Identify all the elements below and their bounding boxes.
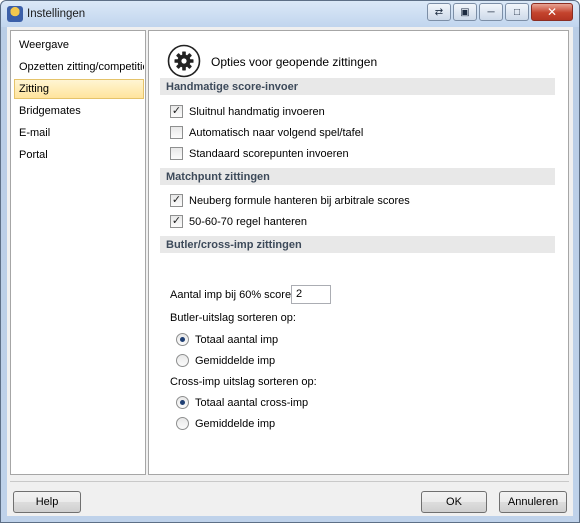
checkbox-unchecked[interactable]	[170, 126, 183, 139]
cancel-button[interactable]: Annuleren	[499, 491, 567, 513]
radio-butler-gemiddelde[interactable]: Gemiddelde imp	[176, 354, 275, 367]
checkbox-checked[interactable]: ✓	[170, 194, 183, 207]
title-bar[interactable]: Instellingen ⇄ ▣ ─ □ ✕	[1, 1, 579, 27]
imp-label: Aantal imp bij 60% score:	[170, 289, 295, 301]
butler-sort-label: Butler-uitslag sorteren op:	[170, 312, 296, 324]
option-label: Gemiddelde imp	[195, 354, 276, 367]
back-icon[interactable]: ⇄	[427, 3, 451, 21]
imp-input[interactable]: 2	[291, 285, 331, 304]
settings-window: Instellingen ⇄ ▣ ─ □ ✕ Weergave Opzetten…	[0, 0, 580, 523]
minimize-icon[interactable]: ─	[479, 3, 503, 21]
caption-buttons: ⇄ ▣ ─ □ ✕	[427, 3, 573, 21]
option-label: Gemiddelde imp	[195, 417, 276, 430]
checkbox-unchecked[interactable]	[170, 147, 183, 160]
panel-title: Opties voor geopende zittingen	[211, 55, 378, 69]
ok-button[interactable]: OK	[421, 491, 487, 513]
sidebar-item-opzetten[interactable]: Opzetten zitting/competitie	[14, 57, 144, 77]
settings-panel: Opties voor geopende zittingen Handmatig…	[148, 30, 569, 475]
radio-selected[interactable]	[176, 333, 189, 346]
option-standaard-scorepunten[interactable]: Standaard scorepunten invoeren	[170, 147, 349, 160]
radio-unselected[interactable]	[176, 417, 189, 430]
option-50-60-70[interactable]: ✓ 50-60-70 regel hanteren	[170, 215, 307, 228]
sidebar-item-email[interactable]: E-mail	[14, 123, 144, 143]
checkbox-checked[interactable]: ✓	[170, 215, 183, 228]
dialog-client: Weergave Opzetten zitting/competitie Zit…	[7, 27, 573, 516]
option-label: Standaard scorepunten invoeren	[189, 147, 349, 160]
sidebar-item-bridgemates[interactable]: Bridgemates	[14, 101, 144, 121]
doc-icon[interactable]: ▣	[453, 3, 477, 21]
sidebar-item-zitting[interactable]: Zitting	[14, 79, 144, 99]
option-label: Neuberg formule hanteren bij arbitrale s…	[189, 194, 410, 207]
radio-unselected[interactable]	[176, 354, 189, 367]
sidebar-item-weergave[interactable]: Weergave	[14, 35, 144, 55]
cross-sort-label: Cross-imp uitslag sorteren op:	[170, 376, 317, 388]
help-button[interactable]: Help	[13, 491, 81, 513]
radio-cross-gemiddelde[interactable]: Gemiddelde imp	[176, 417, 275, 430]
window-title: Instellingen	[27, 8, 86, 20]
section-header-butler: Butler/cross-imp zittingen	[160, 236, 555, 253]
option-label: Automatisch naar volgend spel/tafel	[189, 126, 364, 139]
footer-separator	[10, 481, 569, 482]
radio-butler-totaal[interactable]: Totaal aantal imp	[176, 333, 278, 346]
option-label: Sluitnul handmatig invoeren	[189, 105, 325, 118]
option-label: 50-60-70 regel hanteren	[189, 215, 308, 228]
option-label: Totaal aantal imp	[195, 333, 279, 346]
category-list: Weergave Opzetten zitting/competitie Zit…	[10, 30, 146, 475]
gear-icon	[167, 44, 201, 78]
close-icon[interactable]: ✕	[531, 3, 573, 21]
section-header-matchpoint: Matchpunt zittingen	[160, 168, 555, 185]
option-neuberg[interactable]: ✓ Neuberg formule hanteren bij arbitrale…	[170, 194, 410, 207]
sidebar-item-portal[interactable]: Portal	[14, 145, 144, 165]
radio-selected[interactable]	[176, 396, 189, 409]
option-sluitnul[interactable]: ✓ Sluitnul handmatig invoeren	[170, 105, 325, 118]
section-header-manual: Handmatige score-invoer	[160, 78, 555, 95]
app-icon	[7, 6, 23, 22]
option-label: Totaal aantal cross-imp	[195, 396, 309, 409]
option-automatisch[interactable]: Automatisch naar volgend spel/tafel	[170, 126, 363, 139]
checkbox-checked[interactable]: ✓	[170, 105, 183, 118]
maximize-icon[interactable]: □	[505, 3, 529, 21]
radio-cross-totaal[interactable]: Totaal aantal cross-imp	[176, 396, 308, 409]
